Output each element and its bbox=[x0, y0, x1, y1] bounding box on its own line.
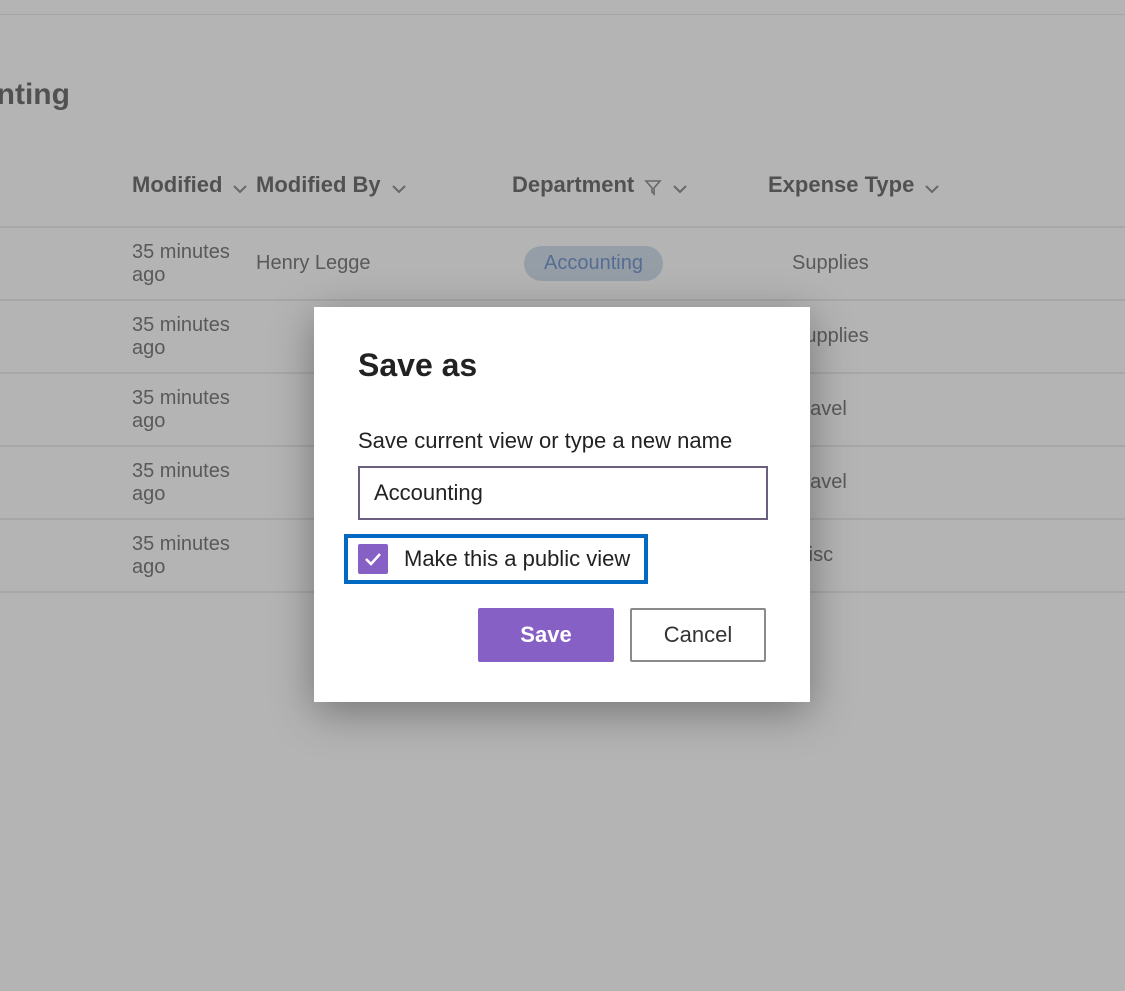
dialog-prompt: Save current view or type a new name bbox=[358, 428, 766, 454]
dialog-title: Save as bbox=[358, 347, 766, 384]
public-view-checkbox-group[interactable]: Make this a public view bbox=[344, 534, 648, 584]
view-name-input[interactable] bbox=[358, 466, 768, 520]
checkbox-checked-icon[interactable] bbox=[358, 544, 388, 574]
cancel-button[interactable]: Cancel bbox=[630, 608, 766, 662]
dialog-button-row: Save Cancel bbox=[358, 608, 766, 662]
save-as-dialog: Save as Save current view or type a new … bbox=[314, 307, 810, 702]
checkbox-label: Make this a public view bbox=[404, 546, 630, 572]
save-button[interactable]: Save bbox=[478, 608, 614, 662]
